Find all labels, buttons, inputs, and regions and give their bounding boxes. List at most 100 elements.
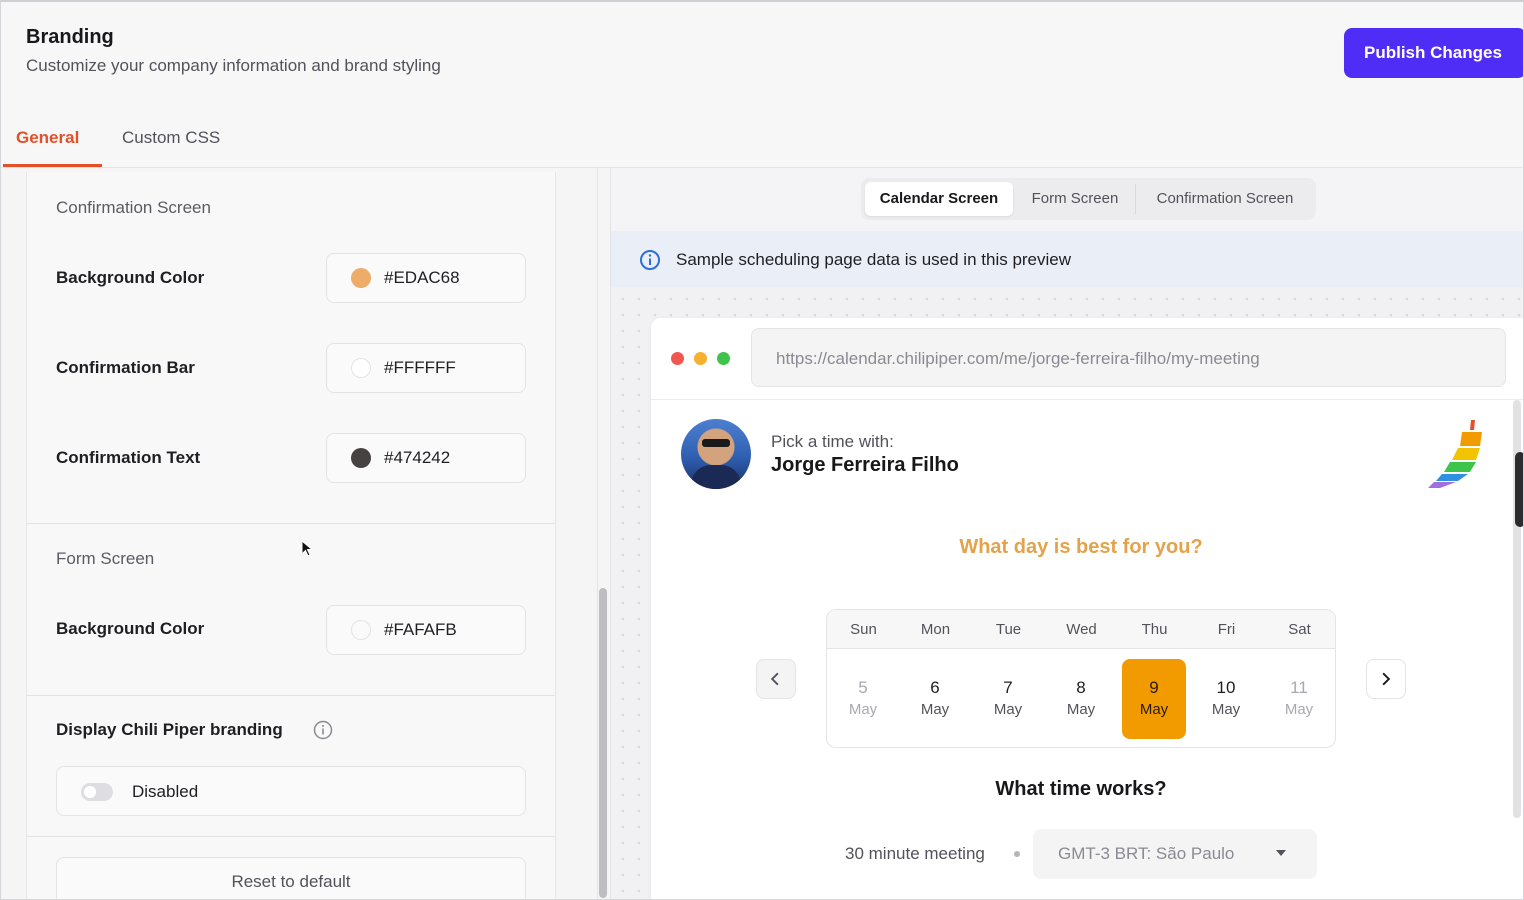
previous-week-button[interactable] (756, 659, 796, 699)
calendar-day: 11 May (1267, 659, 1331, 739)
day-month: May (1211, 701, 1241, 718)
tab-general[interactable]: General (16, 128, 79, 148)
color-value: #EDAC68 (384, 268, 460, 287)
weekday-label: Tue (995, 621, 1022, 638)
day-month: May (1139, 701, 1169, 718)
separator-dot (1014, 851, 1020, 857)
confirmation-text-color-input[interactable]: #474242 (326, 433, 526, 483)
calendar-day[interactable]: 7 May (976, 659, 1040, 739)
close-dot-icon (671, 352, 684, 365)
timezone-select[interactable]: GMT-3 BRT: São Paulo (1033, 829, 1317, 879)
maximize-dot-icon (717, 352, 730, 365)
host-avatar (681, 419, 751, 489)
section-divider (27, 836, 555, 837)
color-swatch[interactable] (351, 358, 371, 378)
app-window: Branding Customize your company informat… (0, 0, 1524, 900)
browser-toolbar: https://calendar.chilipiper.com/me/jorge… (651, 318, 1523, 400)
publish-changes-button[interactable]: Publish Changes (1344, 28, 1523, 78)
preview-scrollbar-thumb[interactable] (1515, 452, 1523, 527)
day-number: 8 (1076, 678, 1086, 697)
branding-toggle[interactable] (81, 783, 113, 801)
preview-screen-switcher: Calendar Screen Form Screen Confirmation… (861, 178, 1316, 220)
day-number: 6 (930, 678, 940, 697)
toggle-knob (84, 786, 96, 798)
calendar-day[interactable]: 6 May (903, 659, 967, 739)
info-banner-text: Sample scheduling page data is used in t… (676, 250, 1072, 269)
reset-label: Reset to default (231, 872, 351, 891)
confirmation-bar-color-input[interactable]: #FFFFFF (326, 343, 526, 393)
browser-preview: https://calendar.chilipiper.com/me/jorge… (651, 318, 1523, 899)
color-value: #474242 (384, 448, 451, 467)
day-number: 11 (1290, 678, 1308, 697)
chevron-left-icon (770, 672, 779, 686)
weekday-label: Sat (1288, 621, 1311, 638)
next-week-button[interactable] (1366, 659, 1406, 699)
calendar-day: 5 May (831, 659, 895, 739)
caret-down-icon (1276, 850, 1286, 856)
day-number: 7 (1003, 678, 1013, 697)
chili-piper-logo-icon (1428, 420, 1482, 488)
weekday-label: Mon (920, 621, 951, 638)
toggle-state-label: Disabled (132, 782, 199, 801)
day-month: May (1066, 701, 1096, 718)
panel-divider (597, 168, 598, 899)
tab-custom-css[interactable]: Custom CSS (122, 128, 220, 148)
url-bar: https://calendar.chilipiper.com/me/jorge… (751, 328, 1506, 387)
day-month: May (848, 701, 878, 718)
color-swatch[interactable] (351, 448, 371, 468)
color-swatch[interactable] (351, 268, 371, 288)
page-title: Branding (26, 26, 114, 48)
calendar-day-selected[interactable]: 9 May (1122, 659, 1186, 739)
segment-separator (1135, 184, 1136, 214)
page-header: Branding Customize your company informat… (1, 2, 1523, 168)
week-calendar: Sun Mon Tue Wed Thu Fri Sat 5 May 6 May … (826, 609, 1336, 748)
day-month: May (1284, 701, 1314, 718)
section-divider (27, 523, 555, 524)
day-month: May (993, 701, 1023, 718)
minimize-dot-icon (694, 352, 707, 365)
form-background-label: Background Color (56, 619, 205, 638)
url-text: https://calendar.chilipiper.com/me/jorge… (776, 349, 1260, 368)
confirmation-bar-label: Confirmation Bar (56, 358, 195, 377)
color-swatch[interactable] (351, 620, 371, 640)
page-subtitle: Customize your company information and b… (26, 56, 441, 75)
confirmation-background-color-input[interactable]: #EDAC68 (326, 253, 526, 303)
form-background-color-input[interactable]: #FAFAFB (326, 605, 526, 655)
meeting-length: 30 minute meeting (845, 844, 985, 863)
weekday-label: Fri (1217, 621, 1236, 638)
chevron-right-icon (1382, 672, 1391, 686)
host-name: Jorge Ferreira Filho (771, 454, 959, 476)
tab-active-indicator (3, 164, 102, 167)
confirmation-background-label: Background Color (56, 268, 205, 287)
info-icon[interactable] (313, 720, 333, 740)
pick-time-label: Pick a time with: (771, 432, 894, 451)
mouse-cursor-icon (301, 540, 313, 557)
section-divider (27, 695, 555, 696)
avatar-detail (702, 439, 730, 447)
day-number: 9 (1149, 678, 1159, 697)
day-question: What day is best for you? (959, 536, 1203, 558)
segment-form-screen[interactable]: Form Screen (1016, 182, 1134, 216)
calendar-day[interactable]: 10 May (1194, 659, 1258, 739)
branding-toggle-field[interactable]: Disabled (56, 766, 526, 816)
day-number: 10 (1216, 678, 1236, 697)
confirmation-screen-title: Confirmation Screen (56, 198, 211, 217)
color-value: #FFFFFF (384, 358, 456, 377)
reset-to-default-button[interactable]: Reset to default (56, 857, 526, 899)
confirmation-text-label: Confirmation Text (56, 448, 201, 467)
color-value: #FAFAFB (384, 620, 457, 639)
left-scrollbar[interactable] (599, 588, 607, 898)
avatar-detail (691, 465, 741, 489)
weekday-label: Thu (1141, 621, 1168, 638)
form-screen-title: Form Screen (56, 549, 155, 568)
segment-calendar-screen[interactable]: Calendar Screen (865, 182, 1013, 216)
weekday-label: Wed (1066, 621, 1097, 638)
weekday-header: Sun Mon Tue Wed Thu Fri Sat (827, 610, 1335, 649)
day-month: May (920, 701, 950, 718)
day-number: 5 (858, 678, 868, 697)
segment-confirmation-screen[interactable]: Confirmation Screen (1137, 182, 1313, 216)
calendar-day[interactable]: 8 May (1049, 659, 1113, 739)
preview-info-banner: Sample scheduling page data is used in t… (611, 231, 1523, 287)
info-icon (640, 250, 660, 270)
time-question: What time works? (995, 778, 1167, 800)
